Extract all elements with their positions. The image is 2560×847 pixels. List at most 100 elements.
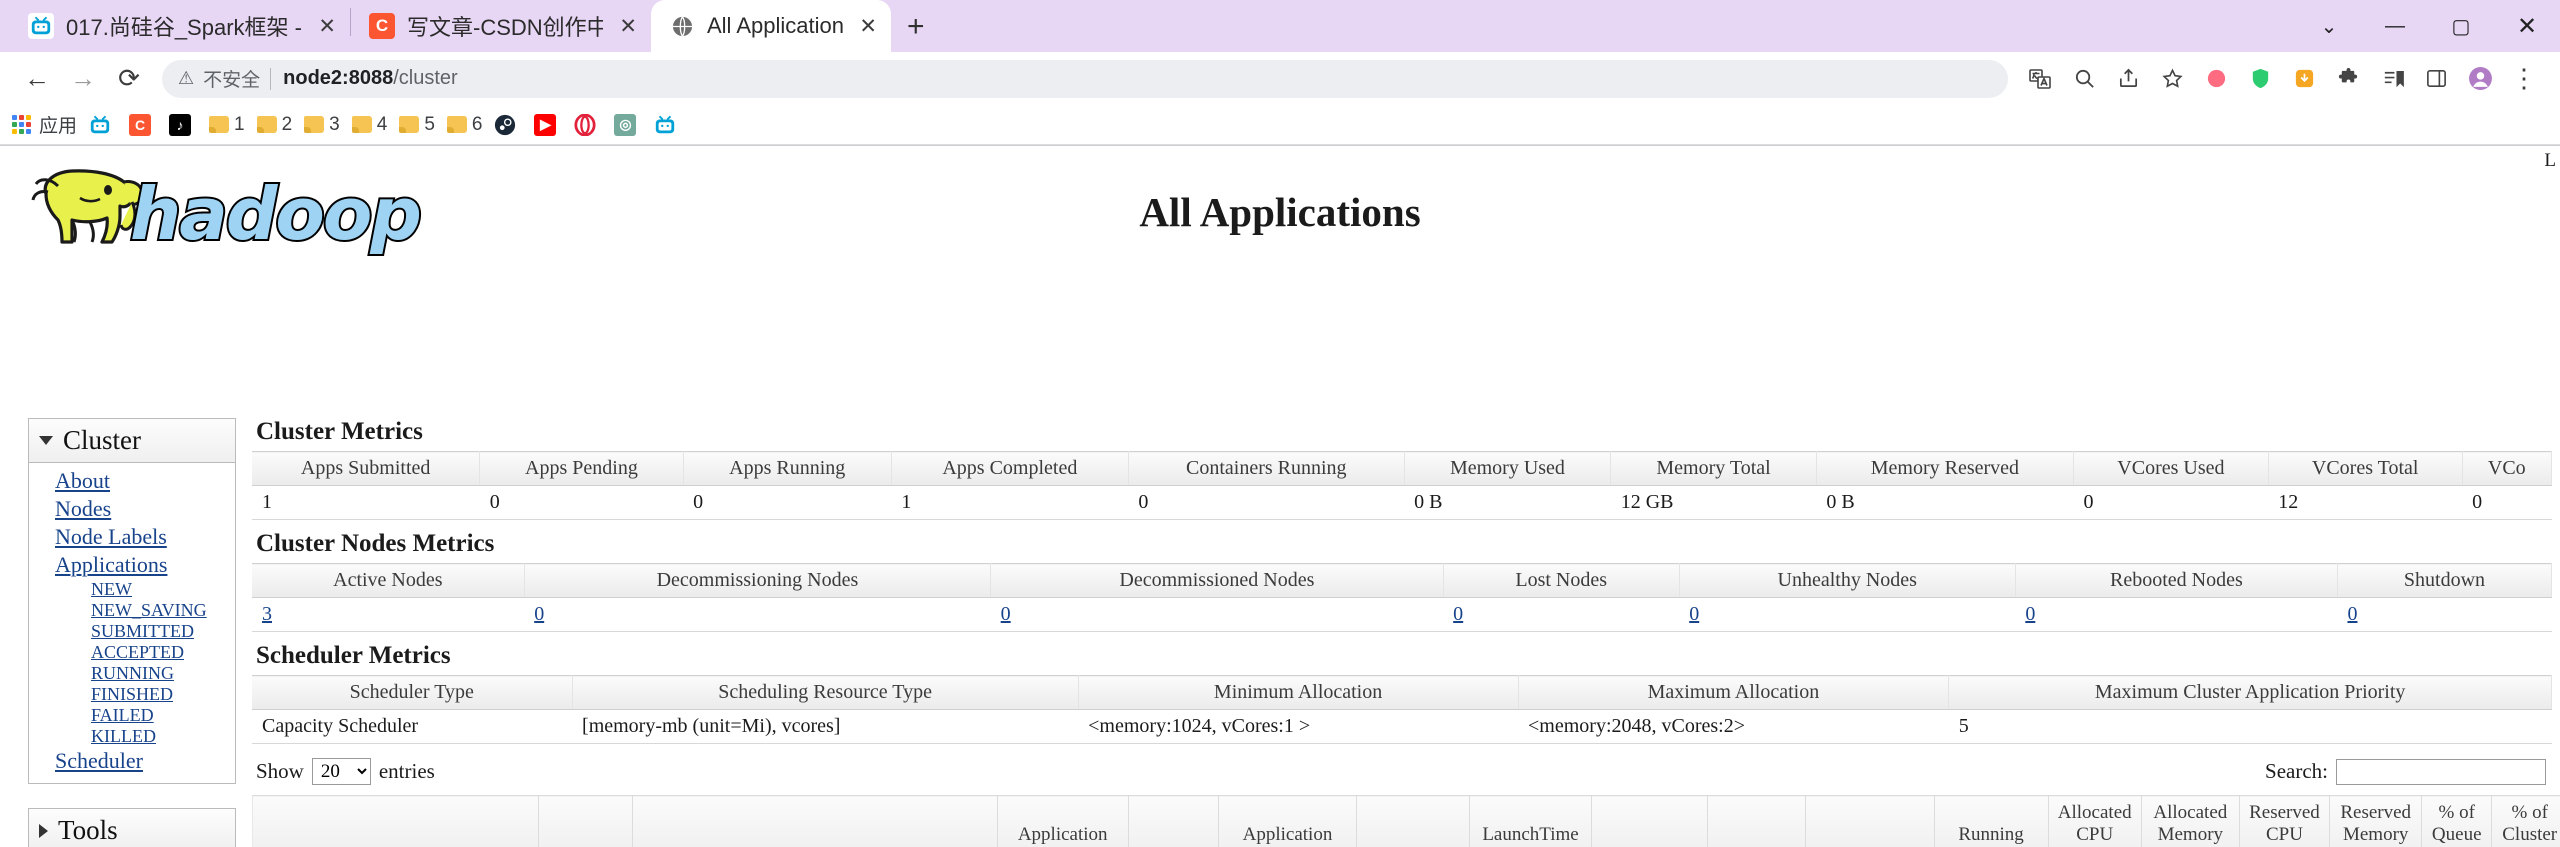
- bookmark-folder-4[interactable]: 4: [351, 114, 387, 136]
- bookmark-opera[interactable]: [574, 113, 602, 136]
- bookmark-openai[interactable]: ◎: [614, 113, 642, 136]
- bookmark-folder-2[interactable]: 2: [256, 114, 292, 136]
- col-state[interactable]: State⇅: [1707, 795, 1807, 847]
- more-vert-icon[interactable]: ⋮: [2502, 56, 2546, 102]
- sidebar-item-state-new-saving[interactable]: NEW_SAVING: [29, 600, 235, 621]
- star-icon[interactable]: [2150, 56, 2194, 102]
- shutdown-nodes-link[interactable]: 0: [2347, 603, 2357, 625]
- minimize-button[interactable]: —: [2362, 0, 2428, 52]
- scheduler-metrics-title: Scheduler Metrics: [256, 642, 451, 669]
- sidebar-item-state-new[interactable]: NEW: [29, 579, 235, 600]
- val-unhealthy-nodes[interactable]: 0: [1679, 597, 2016, 632]
- sidebar-item-about[interactable]: About: [29, 467, 235, 495]
- tab-close-icon[interactable]: ✕: [619, 14, 637, 39]
- sidebar-item-state-accepted[interactable]: ACCEPTED: [29, 642, 235, 663]
- sidebar-item-state-killed[interactable]: KILLED: [29, 726, 235, 747]
- browser-tab-2[interactable]: All Applications ✕: [651, 0, 891, 52]
- address-bar[interactable]: ⚠ 不安全 node2:8088/cluster: [162, 59, 2008, 98]
- apps-grid-icon: [12, 115, 31, 134]
- bookmark-apps[interactable]: 应用: [12, 111, 77, 138]
- bookmark-folder-5[interactable]: 5: [399, 114, 435, 136]
- val-rebooted-nodes[interactable]: 0: [2015, 597, 2338, 632]
- unhealthy-nodes-link[interactable]: 0: [1689, 603, 1699, 625]
- col-name[interactable]: Name⇅: [631, 795, 998, 847]
- table-controls: Show 20 40 60 80 100 entries Search:: [256, 758, 2546, 785]
- translate-icon[interactable]: [2018, 56, 2062, 102]
- col-allocated-memory-mb[interactable]: Allocated Memory MB⇅: [2140, 795, 2240, 847]
- browser-tab-1[interactable]: C 写文章-CSDN创作中心 ✕: [351, 0, 651, 52]
- col-final-status[interactable]: FinalStatus⇅: [1805, 795, 1935, 847]
- col-user[interactable]: User⇅: [538, 795, 633, 847]
- bookmark-tiktok[interactable]: ♪: [169, 113, 197, 136]
- forward-button[interactable]: →: [60, 56, 106, 102]
- csdn-icon: C: [129, 113, 152, 136]
- col-reserved-memory-mb[interactable]: Reserved Memory MB⇅: [2329, 795, 2423, 847]
- tab-close-icon[interactable]: ✕: [859, 14, 877, 39]
- col-start-time[interactable]: StartTime⇅: [1355, 795, 1471, 847]
- sidebar-item-state-submitted[interactable]: SUBMITTED: [29, 621, 235, 642]
- col-queue[interactable]: Queue⇅: [1127, 795, 1220, 847]
- col-launch-time[interactable]: LaunchTime⇅: [1469, 795, 1592, 847]
- sidebar-item-node-labels[interactable]: Node Labels: [29, 523, 235, 551]
- val-active-nodes[interactable]: 3: [252, 597, 525, 632]
- sidepanel-icon[interactable]: [2414, 56, 2458, 102]
- page-size-select[interactable]: 20 40 60 80 100: [311, 758, 371, 785]
- tab-close-icon[interactable]: ✕: [318, 14, 336, 39]
- decommissioning-nodes-link[interactable]: 0: [534, 603, 544, 625]
- decommissioned-nodes-link[interactable]: 0: [1001, 603, 1011, 625]
- bookmark-csdn[interactable]: C: [129, 113, 157, 136]
- show-label: Show: [256, 759, 304, 783]
- readlist-icon[interactable]: [2370, 56, 2414, 102]
- browser-tab-0[interactable]: 017.尚硅谷_Spark框架 - 运行环 ✕: [10, 0, 350, 52]
- rebooted-nodes-link[interactable]: 0: [2025, 603, 2035, 625]
- sidebar-item-state-failed[interactable]: FAILED: [29, 705, 235, 726]
- extension-puzzle-icon[interactable]: [2194, 56, 2238, 102]
- sidebar-section-tools[interactable]: Tools: [28, 808, 236, 847]
- col-application-type[interactable]: Application Type⇅: [996, 795, 1129, 847]
- col-reserved-cpu-vcores[interactable]: Reserved CPU VCores⇅: [2238, 795, 2331, 847]
- col-minimum-allocation: Minimum Allocation: [1078, 675, 1519, 710]
- bookmark-folder-6[interactable]: 6: [446, 114, 482, 136]
- share-icon[interactable]: [2106, 56, 2150, 102]
- col-finish-time[interactable]: FinishTime⇅: [1590, 795, 1709, 847]
- val-decommissioning-nodes[interactable]: 0: [524, 597, 991, 632]
- bookmark-folder-1[interactable]: 1: [209, 114, 245, 136]
- download-icon[interactable]: [2282, 56, 2326, 102]
- sidebar-item-scheduler[interactable]: Scheduler: [29, 747, 235, 775]
- url-path: /cluster: [393, 67, 458, 89]
- col-pct-of-queue[interactable]: % of Queue⇅: [2421, 795, 2493, 847]
- bookmark-youtube[interactable]: ▶: [534, 113, 562, 136]
- sidebar-item-state-running[interactable]: RUNNING: [29, 663, 235, 684]
- col-pct-of-cluster[interactable]: % of Cluster⇅: [2491, 795, 2560, 847]
- puzzle-icon[interactable]: [2326, 56, 2370, 102]
- profile-icon[interactable]: [2458, 56, 2502, 102]
- back-button[interactable]: ←: [14, 56, 60, 102]
- new-tab-button[interactable]: +: [907, 12, 925, 42]
- bookmark-bilibili-2[interactable]: [654, 114, 682, 136]
- col-allocated-cpu-vcores[interactable]: Allocated CPU VCores⇅: [2047, 795, 2142, 847]
- reload-button[interactable]: ⟳: [106, 56, 152, 102]
- sidebar-item-state-finished[interactable]: FINISHED: [29, 684, 235, 705]
- sidebar-section-cluster[interactable]: Cluster: [28, 418, 236, 463]
- col-running-containers[interactable]: Running Containers⇅: [1933, 795, 2049, 847]
- search-icon[interactable]: [2062, 56, 2106, 102]
- val-decommissioned-nodes[interactable]: 0: [990, 597, 1444, 632]
- window-close-button[interactable]: ✕: [2494, 0, 2560, 52]
- bookmark-bilibili[interactable]: [89, 114, 117, 136]
- active-nodes-link[interactable]: 3: [262, 603, 272, 625]
- sidebar-item-applications[interactable]: Applications: [29, 551, 235, 579]
- col-id[interactable]: ID▾: [251, 795, 540, 847]
- maximize-button[interactable]: ▢: [2428, 0, 2494, 52]
- col-application-priority[interactable]: Application Priority⇅: [1218, 795, 1357, 847]
- bookmark-steam[interactable]: [494, 114, 522, 136]
- col-apps-completed: Apps Completed: [891, 451, 1129, 486]
- col-vcores-reserved: VCo: [2462, 451, 2553, 486]
- tab-search-icon[interactable]: ⌄: [2296, 0, 2362, 52]
- sidebar-item-nodes[interactable]: Nodes: [29, 495, 235, 523]
- val-shutdown-nodes[interactable]: 0: [2337, 597, 2552, 632]
- lost-nodes-link[interactable]: 0: [1453, 603, 1463, 625]
- search-input[interactable]: [2336, 758, 2546, 785]
- bookmark-folder-3[interactable]: 3: [304, 114, 340, 136]
- val-lost-nodes[interactable]: 0: [1443, 597, 1680, 632]
- shield-icon[interactable]: [2238, 56, 2282, 102]
